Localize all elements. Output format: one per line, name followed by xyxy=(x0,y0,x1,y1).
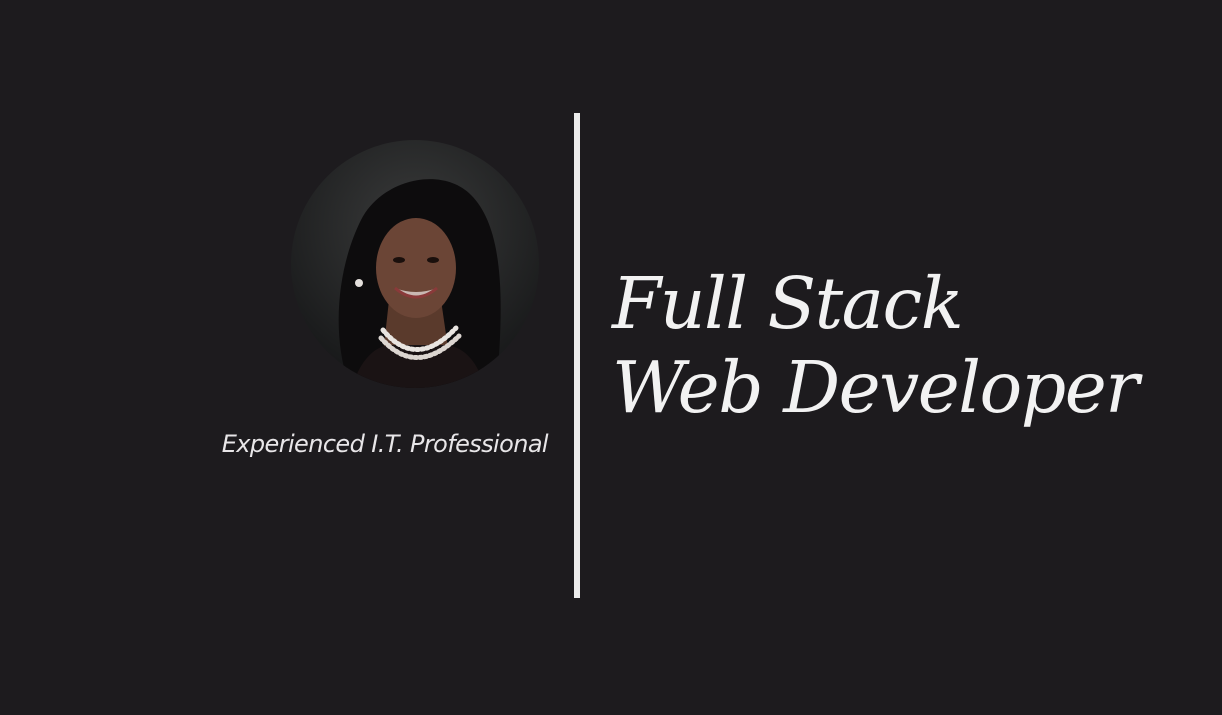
headline-line-2: Web Developer xyxy=(612,346,1139,429)
tagline: Experienced I.T. Professional xyxy=(221,430,549,458)
vertical-divider xyxy=(574,113,580,598)
profile-photo xyxy=(291,140,539,388)
headline: Full Stack Web Developer xyxy=(612,262,1139,430)
headline-line-1: Full Stack xyxy=(612,262,964,345)
hero-section: Experienced I.T. Professional Full Stack… xyxy=(0,0,1222,715)
